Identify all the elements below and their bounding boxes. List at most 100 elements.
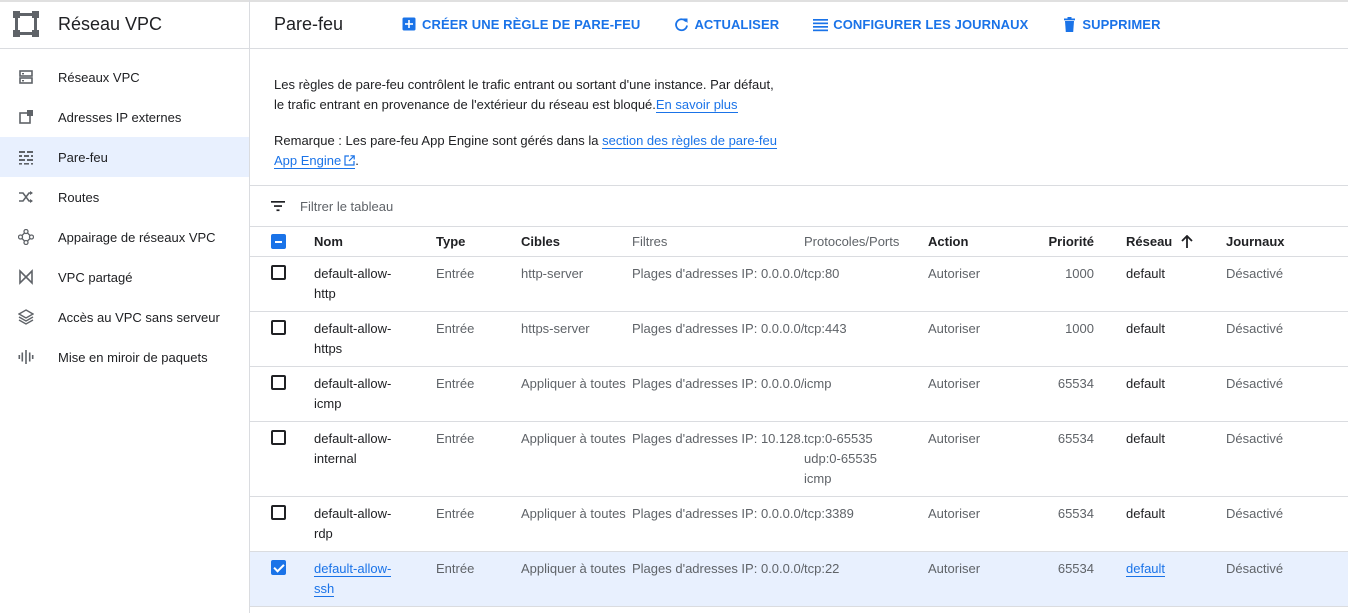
table-row[interactable]: default-allow-http Entrée http-server Pl… xyxy=(250,256,1348,312)
rule-name[interactable]: default-allow-rdp xyxy=(314,496,436,552)
sidebar-item-label: Routes xyxy=(58,189,100,205)
table-row[interactable]: default-allow-rdp Entrée Appliquer à tou… xyxy=(250,496,1348,552)
rule-filters: Plages d'adresses IP: 0.0.0.0/0 xyxy=(632,551,804,607)
column-header-logs[interactable]: Journaux xyxy=(1226,227,1348,257)
rule-priority: 1000 xyxy=(1028,256,1126,312)
column-header-targets[interactable]: Cibles xyxy=(521,227,632,257)
delete-button[interactable]: SUPPRIMER xyxy=(1062,16,1160,32)
sidebar-item-label: Pare-feu xyxy=(58,149,108,165)
rule-port: tcp:22 xyxy=(804,560,840,576)
rule-network-text[interactable]: default xyxy=(1126,506,1165,521)
rule-priority: 65534 xyxy=(1028,496,1126,552)
column-header-type[interactable]: Type xyxy=(436,227,521,257)
sidebar-item-label: Adresses IP externes xyxy=(58,109,182,125)
rule-network[interactable]: default xyxy=(1126,421,1226,497)
rule-name[interactable]: default-allow-https xyxy=(314,311,436,367)
learn-more-link[interactable]: En savoir plus xyxy=(655,97,738,113)
rule-name-text[interactable]: default-allow-ssh xyxy=(314,560,392,597)
row-checkbox-cell xyxy=(250,311,314,367)
rule-network[interactable]: default xyxy=(1126,551,1226,607)
vpc-networks-icon xyxy=(18,69,34,85)
rule-network-text[interactable]: default xyxy=(1126,431,1165,446)
row-checkbox[interactable] xyxy=(271,504,286,520)
rule-action: Autoriser xyxy=(928,311,1028,367)
rule-logs: Désactivé xyxy=(1226,311,1348,367)
table-row[interactable]: default-allow-internal Entrée Appliquer … xyxy=(250,421,1348,497)
rule-name-part2: https xyxy=(314,340,343,356)
sidebar-item-label: VPC partagé xyxy=(58,269,133,285)
rule-network[interactable]: default xyxy=(1126,496,1226,552)
row-checkbox[interactable] xyxy=(271,374,286,390)
rule-network-text[interactable]: default xyxy=(1126,560,1166,577)
rule-logs: Désactivé xyxy=(1226,256,1348,312)
rule-name[interactable]: default-allow-internal xyxy=(314,421,436,497)
serverless-icon xyxy=(18,309,34,325)
sidebar-item-label: Mise en miroir de paquets xyxy=(58,349,208,365)
sidebar-item-peering[interactable]: Appairage de réseaux VPC xyxy=(0,217,249,257)
sidebar-item-vpc-networks[interactable]: Réseaux VPC xyxy=(0,57,249,97)
rule-name-part1: default-allow- xyxy=(314,375,392,391)
rule-filters: Plages d'adresses IP: 0.0.0.0/0 xyxy=(632,256,804,312)
table-row[interactable]: default-allow-icmp Entrée Appliquer à to… xyxy=(250,366,1348,422)
rule-port: icmp xyxy=(804,375,832,391)
rule-network-text[interactable]: default xyxy=(1126,376,1165,391)
filter-table-input[interactable] xyxy=(300,198,700,214)
row-checkbox[interactable] xyxy=(271,264,286,280)
select-all-checkbox[interactable] xyxy=(271,234,286,250)
column-header-network[interactable]: Réseau xyxy=(1126,227,1226,257)
create-firewall-rule-button[interactable]: CRÉER UNE RÈGLE DE PARE-FEU xyxy=(402,17,640,32)
main-content: Pare-feu CRÉER UNE RÈGLE DE PARE-FEU ACT… xyxy=(250,0,1348,613)
rule-priority: 1000 xyxy=(1028,311,1126,367)
rule-name-text[interactable]: default-allow-icmp xyxy=(314,376,391,411)
filter-icon[interactable] xyxy=(270,198,286,214)
row-checkbox[interactable] xyxy=(271,429,286,445)
column-header-priority[interactable]: Priorité xyxy=(1028,227,1126,257)
rule-targets: Appliquer à toutes xyxy=(521,551,632,607)
rule-name-part1: default-allow- xyxy=(314,560,392,576)
rule-network[interactable]: default xyxy=(1126,256,1226,312)
row-checkbox[interactable] xyxy=(271,559,286,575)
table-row[interactable]: default-allow-ssh Entrée Appliquer à tou… xyxy=(250,551,1348,607)
row-checkbox[interactable] xyxy=(271,319,286,335)
sidebar-item-external-ip[interactable]: Adresses IP externes xyxy=(0,97,249,137)
rule-name-text[interactable]: default-allow-http xyxy=(314,266,391,301)
rule-targets: Appliquer à toutes xyxy=(521,366,632,422)
rule-type: Entrée xyxy=(436,311,521,367)
rule-protocols: tcp:443 xyxy=(804,311,928,367)
rule-name-text[interactable]: default-allow-https xyxy=(314,321,391,356)
row-checkbox-cell xyxy=(250,366,314,422)
table-row[interactable]: default-allow-https Entrée https-server … xyxy=(250,311,1348,367)
refresh-button[interactable]: ACTUALISER xyxy=(674,17,779,32)
rule-type: Entrée xyxy=(436,496,521,552)
rule-targets: http-server xyxy=(521,256,632,312)
configure-logs-button[interactable]: CONFIGURER LES JOURNAUX xyxy=(813,17,1028,32)
rule-name-text[interactable]: default-allow-internal xyxy=(314,431,391,466)
rule-protocols: tcp:0-65535 udp:0-65535 icmp xyxy=(804,421,928,497)
sidebar-item-shared-vpc[interactable]: VPC partagé xyxy=(0,257,249,297)
rule-name[interactable]: default-allow-ssh xyxy=(314,551,436,607)
rule-type: Entrée xyxy=(436,551,521,607)
rule-name[interactable]: default-allow-icmp xyxy=(314,366,436,422)
sidebar-item-routes[interactable]: Routes xyxy=(0,177,249,217)
sidebar-item-firewall[interactable]: Pare-feu xyxy=(0,137,249,177)
page-title: Pare-feu xyxy=(274,13,344,34)
rule-targets: Appliquer à toutes xyxy=(521,496,632,552)
sidebar-item-packet-mirroring[interactable]: Mise en miroir de paquets xyxy=(0,337,249,377)
rule-name-part2: ssh xyxy=(314,580,335,596)
rule-name[interactable]: default-allow-http xyxy=(314,256,436,312)
rule-action: Autoriser xyxy=(928,421,1028,497)
row-checkbox-cell xyxy=(250,256,314,312)
rule-network-text[interactable]: default xyxy=(1126,321,1165,336)
sidebar-nav: Réseaux VPC Adresses IP externes Pare-fe… xyxy=(0,49,249,377)
rule-network-text[interactable]: default xyxy=(1126,266,1165,281)
rule-name-text[interactable]: default-allow-rdp xyxy=(314,506,391,541)
rule-priority: 65534 xyxy=(1028,551,1126,607)
column-header-filters: Filtres xyxy=(632,227,804,257)
column-header-name[interactable]: Nom xyxy=(314,227,436,257)
column-header-action[interactable]: Action xyxy=(928,227,1028,257)
sidebar-item-serverless-access[interactable]: Accès au VPC sans serveur xyxy=(0,297,249,337)
rule-network[interactable]: default xyxy=(1126,311,1226,367)
rule-priority: 65534 xyxy=(1028,421,1126,497)
trash-icon xyxy=(1064,16,1076,32)
rule-network[interactable]: default xyxy=(1126,366,1226,422)
